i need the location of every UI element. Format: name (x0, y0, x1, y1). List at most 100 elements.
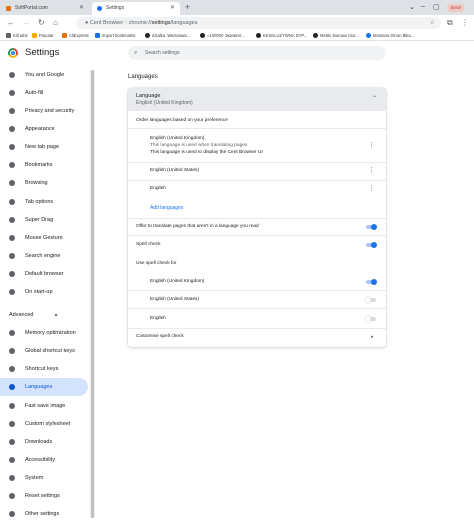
more-options-icon[interactable]: ⋮ (368, 167, 375, 175)
reload-icon[interactable]: ↻ (38, 18, 45, 28)
minimize-icon[interactable]: – (421, 3, 425, 10)
sidebar-item-languages[interactable]: Languages (0, 378, 88, 396)
sidebar-item-fast-save-image[interactable]: Fast save image (0, 397, 88, 415)
spell-check-label: Spell check (136, 242, 161, 247)
sidebar-item-super-drag[interactable]: Super Drag (0, 211, 88, 229)
palette-icon (9, 126, 15, 132)
forward-arrow-icon[interactable]: → (22, 18, 30, 28)
browser-icon (9, 271, 15, 277)
tab-softportal[interactable]: SoftPortal.com ✕ (1, 2, 89, 15)
mouse-icon (9, 235, 15, 241)
sidebar-item-mouse-gesture[interactable]: Mouse Gesture (0, 229, 88, 247)
tab-search-icon[interactable]: ⌄ (409, 3, 415, 11)
spell-language-toggle[interactable] (365, 297, 377, 303)
chevron-up-icon[interactable]: ⌃ (372, 95, 377, 102)
sidebar-item-search-engine[interactable]: Search engine (0, 247, 88, 265)
folder-icon (32, 33, 37, 38)
restore-icon[interactable]: ▢ (433, 3, 440, 11)
divider (128, 308, 386, 309)
spell-language-name: English (United States) (150, 297, 200, 302)
sidebar-advanced-toggle[interactable]: Advanced ▲ (9, 312, 58, 318)
customise-spell-check-link[interactable]: Customise spell check (136, 334, 184, 339)
site-icon (366, 33, 371, 38)
sidebar-item-privacy[interactable]: Privacy and security (0, 102, 88, 120)
sidebar-item-browsing[interactable]: Browsing (0, 174, 88, 192)
sidebar-item-you-and-google[interactable]: You and Google (0, 66, 88, 84)
sidebar-scrollbar-thumb[interactable] (91, 70, 94, 518)
aliexpress-icon (62, 33, 67, 38)
sidebar-item-custom-stylesheet[interactable]: Custom stylesheet (0, 415, 88, 433)
sidebar-item-appearance[interactable]: Appearance (0, 120, 88, 138)
sidebar-item-other-settings[interactable]: Other settings (0, 505, 88, 523)
more-options-icon[interactable]: ⋮ (368, 185, 375, 193)
sidebar-item-autofill[interactable]: Auto-fill (0, 84, 88, 102)
sidebar-item-global-shortcut-keys[interactable]: Global shortcut keys (0, 342, 88, 360)
toolbar: ← → ↻ ⌂ ● Cent Browser | chrome://settings… (0, 15, 474, 31)
offer-translate-label: Offer to translate pages that aren't in … (136, 224, 259, 229)
divider (128, 128, 386, 129)
bookmark-item[interactable]: Popular (32, 32, 53, 40)
more-options-icon[interactable]: ⋮ (368, 142, 375, 150)
divider (128, 180, 386, 181)
error-badge[interactable]: Error (447, 4, 465, 12)
card-subtitle: English (United Kingdom) (136, 100, 193, 106)
sidebar-item-downloads[interactable]: Downloads (0, 433, 88, 451)
order-languages-label: Order languages based on your preference (136, 118, 228, 123)
back-arrow-icon[interactable]: ← (7, 18, 15, 28)
bookmark-item[interactable]: Meble biurowe biur... (313, 32, 359, 40)
bookmark-item[interactable]: Import bookmarks (95, 32, 136, 40)
chevron-right-icon[interactable]: ▸ (371, 334, 374, 340)
spell-language-toggle[interactable] (365, 279, 377, 285)
menu-icon[interactable]: ⋮ (461, 18, 469, 28)
offer-translate-toggle[interactable] (365, 224, 377, 230)
search-icon (9, 253, 15, 259)
bookmark-item[interactable]: Kill tabs (6, 32, 28, 40)
url-path: settings (151, 20, 171, 26)
address-bar[interactable]: ● Cent Browser | chrome://settings/languag… (76, 17, 441, 29)
sidebar-item-accessibility[interactable]: Accessibility (0, 451, 88, 469)
bookmark-item[interactable]: =100000 Экземпл... (200, 32, 245, 40)
gear-icon (9, 511, 15, 517)
bookmark-item[interactable]: dzialka. Warszawa... (145, 32, 190, 40)
browsing-icon (9, 180, 15, 186)
bookmark-item[interactable]: Montana Dinon Bika... (366, 32, 414, 40)
site-info-icon[interactable]: ● (85, 20, 88, 26)
sidebar-item-reset-settings[interactable]: Reset settings (0, 487, 88, 505)
url-suffix: /languages (170, 20, 198, 26)
tab-settings[interactable]: Settings ✕ (92, 2, 180, 15)
sidebar-item-new-tab-page[interactable]: New tab page (0, 138, 88, 156)
bookmark-item[interactable]: AliExpress (62, 32, 89, 40)
sidebar-item-bookmarks[interactable]: Bookmarks (0, 156, 88, 174)
bookmark-icon (6, 33, 11, 38)
chevron-up-icon: ▲ (53, 312, 59, 318)
sidebar-item-default-browser[interactable]: Default browser (0, 265, 88, 283)
divider (128, 218, 386, 219)
spell-check-toggle[interactable] (365, 242, 377, 248)
sidebar-item-shortcut-keys[interactable]: Shortcut keys (0, 360, 88, 378)
bookmark-item[interactable]: EKSKLUZYWNA DYP... (256, 32, 307, 40)
search-settings-input[interactable]: ⌕ Search settings (128, 46, 386, 60)
site-icon (200, 33, 205, 38)
sidebar-item-memory-optimization[interactable]: Memory optimization (0, 324, 88, 342)
site-icon (145, 33, 150, 38)
accessibility-icon (9, 457, 15, 463)
language-note: This language is used when translating p… (150, 143, 248, 148)
reset-icon (9, 493, 15, 499)
close-icon[interactable]: ✕ (79, 2, 84, 15)
new-tab-icon[interactable]: + (185, 2, 190, 13)
languages-card: Language English (United Kingdom) ⌃ Orde… (128, 88, 386, 347)
sidebar-item-on-start-up[interactable]: On start-up (0, 283, 88, 301)
bookmark-star-icon[interactable]: ☆ (430, 17, 435, 29)
separator: | (125, 20, 127, 26)
extensions-icon[interactable]: ⧉ (447, 18, 453, 28)
sidebar-item-system[interactable]: System (0, 469, 88, 487)
close-icon[interactable]: ✕ (170, 2, 175, 15)
memory-icon (9, 330, 15, 336)
spell-language-toggle[interactable] (365, 316, 377, 322)
home-icon[interactable]: ⌂ (53, 18, 58, 28)
globe-icon (9, 384, 15, 390)
spell-language-name: English (United Kingdom) (150, 279, 205, 284)
sidebar-item-tab-options[interactable]: Tab options (0, 193, 88, 211)
language-collapse-header[interactable]: Language English (United Kingdom) ⌃ (128, 88, 386, 111)
add-languages-button[interactable]: Add languages (150, 205, 183, 211)
